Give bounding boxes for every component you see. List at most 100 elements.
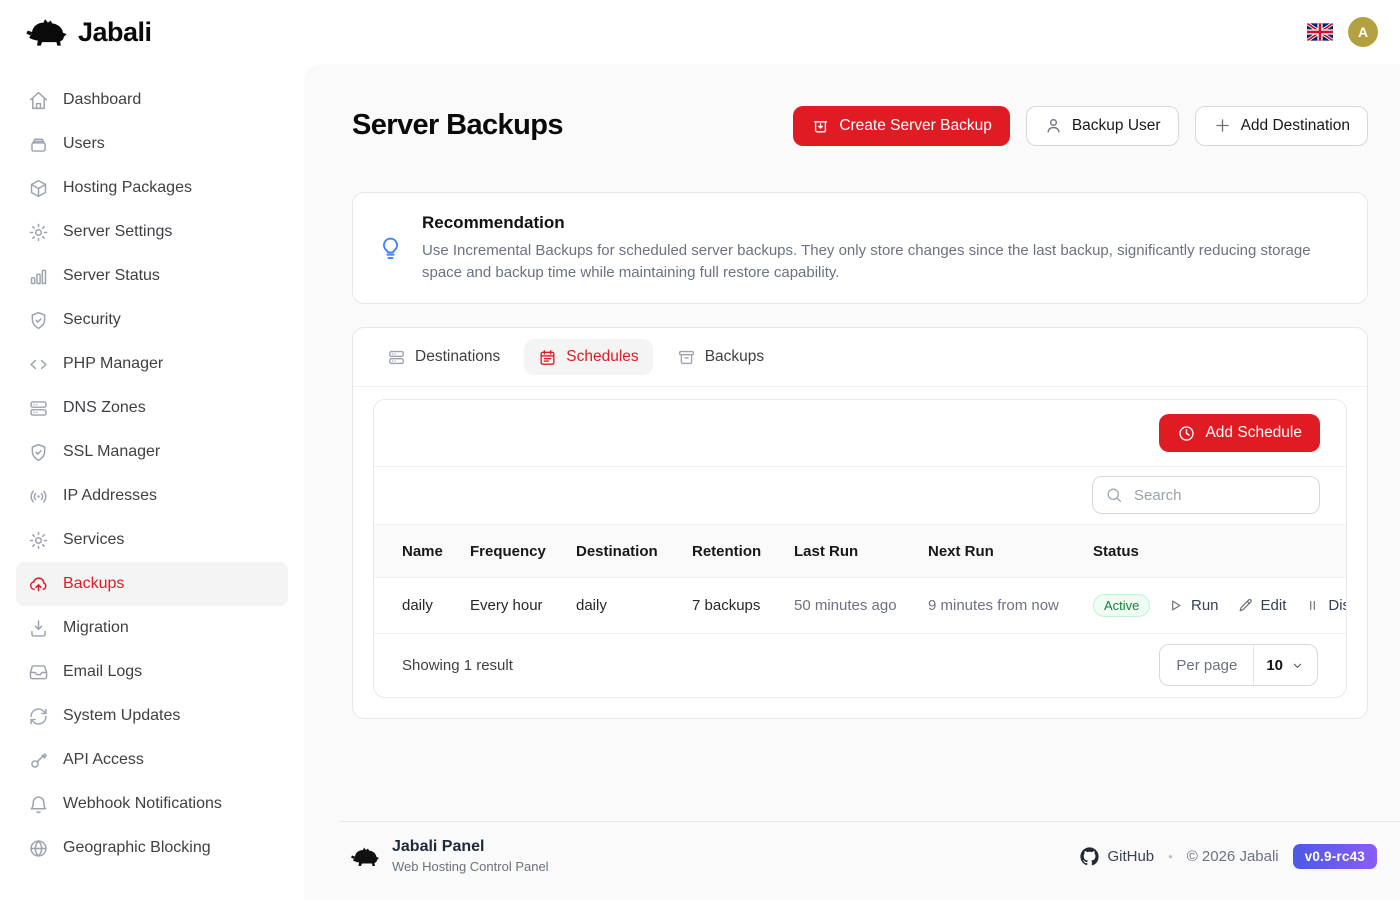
tab-destinations[interactable]: Destinations xyxy=(373,339,514,375)
column-header: Frequency xyxy=(470,525,576,578)
sidebar-item-label: Users xyxy=(63,135,105,153)
bell-icon xyxy=(28,794,49,815)
pagination-bar: Showing 1 result Per page 10 xyxy=(374,633,1346,697)
run-action[interactable]: Run xyxy=(1167,597,1219,614)
pencil-icon xyxy=(1237,597,1254,614)
server-icon xyxy=(387,348,406,367)
row-actions: Run Edit Disable xyxy=(1167,597,1346,614)
create-server-backup-button[interactable]: Create Server Backup xyxy=(793,106,1010,146)
shield-check-icon xyxy=(28,310,49,331)
cell-retention: 7 backups xyxy=(692,578,794,633)
action-label: Disable xyxy=(1328,597,1346,614)
button-label: Add Schedule xyxy=(1205,424,1302,442)
sidebar-item-webhook-notifications[interactable]: Webhook Notifications xyxy=(16,782,288,826)
add-schedule-button[interactable]: Add Schedule xyxy=(1159,414,1320,452)
language-flag-icon[interactable] xyxy=(1307,23,1333,41)
backup-user-button[interactable]: Backup User xyxy=(1026,106,1179,146)
sidebar-item-label: System Updates xyxy=(63,707,180,725)
tab-label: Backups xyxy=(705,348,764,366)
sidebar-item-server-status[interactable]: Server Status xyxy=(16,254,288,298)
sidebar-item-label: SSL Manager xyxy=(63,443,160,461)
tab-label: Schedules xyxy=(566,348,638,366)
github-icon xyxy=(1080,847,1099,866)
sidebar-item-label: Hosting Packages xyxy=(63,179,192,197)
gear-icon xyxy=(28,530,49,551)
column-header: Last Run xyxy=(794,525,928,578)
sidebar-item-ip-addresses[interactable]: IP Addresses xyxy=(16,474,288,518)
schedules-table-container: Name Frequency Destination Retention Las… xyxy=(374,524,1346,633)
status-badge: Active xyxy=(1093,594,1150,617)
recommendation-title: Recommendation xyxy=(422,213,1343,233)
backups-panel: Destinations Schedules Backups Add Sched… xyxy=(352,327,1368,719)
top-bar: Jabali A xyxy=(0,0,1400,64)
sidebar-item-migration[interactable]: Migration xyxy=(16,606,288,650)
page-title: Server Backups xyxy=(352,109,563,142)
brand-name: Jabali xyxy=(78,17,152,48)
tab-backups[interactable]: Backups xyxy=(663,339,778,375)
home-icon xyxy=(28,90,49,111)
footer-subtitle: Web Hosting Control Panel xyxy=(392,859,549,874)
footer: Jabali Panel Web Hosting Control Panel G… xyxy=(340,821,1400,900)
server-icon xyxy=(28,398,49,419)
page-actions: Create Server Backup Backup User Add Des… xyxy=(793,106,1368,146)
disable-action[interactable]: Disable xyxy=(1304,597,1346,614)
calendar-icon xyxy=(538,348,557,367)
cell-frequency: Every hour xyxy=(470,578,576,633)
main-content: Server Backups Create Server Backup Back… xyxy=(304,64,1400,900)
cell-next-run: 9 minutes from now xyxy=(928,578,1093,633)
cell-destination: daily xyxy=(576,578,692,633)
sidebar-item-geographic-blocking[interactable]: Geographic Blocking xyxy=(16,826,288,870)
sidebar-item-dashboard[interactable]: Dashboard xyxy=(16,78,288,122)
sidebar-item-label: Geographic Blocking xyxy=(63,839,211,857)
sidebar-item-email-logs[interactable]: Email Logs xyxy=(16,650,288,694)
search-input[interactable] xyxy=(1132,486,1307,505)
sidebar-item-api-access[interactable]: API Access xyxy=(16,738,288,782)
sidebar: Dashboard Users Hosting Packages Server … xyxy=(0,64,304,900)
separator-dot: • xyxy=(1168,849,1173,864)
cell-last-run: 50 minutes ago xyxy=(794,578,928,633)
column-header: Retention xyxy=(692,525,794,578)
tab-schedules[interactable]: Schedules xyxy=(524,339,652,375)
edit-action[interactable]: Edit xyxy=(1237,597,1287,614)
app-logo: Jabali xyxy=(22,16,152,48)
sidebar-item-ssl-manager[interactable]: SSL Manager xyxy=(16,430,288,474)
action-label: Edit xyxy=(1261,597,1287,614)
column-header: Status xyxy=(1093,525,1167,578)
key-icon xyxy=(28,750,49,771)
sidebar-item-hosting-packages[interactable]: Hosting Packages xyxy=(16,166,288,210)
sidebar-item-services[interactable]: Services xyxy=(16,518,288,562)
user-icon xyxy=(1044,116,1063,135)
recommendation-card: Recommendation Use Incremental Backups f… xyxy=(352,192,1368,305)
sidebar-item-label: Security xyxy=(63,311,121,329)
sidebar-item-dns-zones[interactable]: DNS Zones xyxy=(16,386,288,430)
recommendation-body: Use Incremental Backups for scheduled se… xyxy=(422,240,1343,284)
github-link[interactable]: GitHub xyxy=(1080,847,1154,866)
add-destination-button[interactable]: Add Destination xyxy=(1195,106,1368,146)
package-icon xyxy=(28,178,49,199)
sidebar-item-label: Webhook Notifications xyxy=(63,795,222,813)
sidebar-item-users[interactable]: Users xyxy=(16,122,288,166)
per-page-label: Per page xyxy=(1160,645,1254,685)
users-icon xyxy=(28,134,49,155)
sidebar-item-backups[interactable]: Backups xyxy=(16,562,288,606)
lightbulb-icon xyxy=(377,235,404,262)
boar-logo-icon xyxy=(348,845,380,868)
column-header: Next Run xyxy=(928,525,1093,578)
code-icon xyxy=(28,354,49,375)
pause-icon xyxy=(1304,597,1321,614)
action-label: Run xyxy=(1191,597,1219,614)
sidebar-item-label: DNS Zones xyxy=(63,399,146,417)
per-page-select[interactable]: 10 xyxy=(1254,645,1317,685)
avatar[interactable]: A xyxy=(1348,17,1378,47)
play-icon xyxy=(1167,597,1184,614)
sidebar-item-label: Dashboard xyxy=(63,91,141,109)
schedules-table: Name Frequency Destination Retention Las… xyxy=(374,524,1346,633)
sidebar-item-security[interactable]: Security xyxy=(16,298,288,342)
sidebar-item-label: Server Settings xyxy=(63,223,172,241)
sidebar-item-php-manager[interactable]: PHP Manager xyxy=(16,342,288,386)
sidebar-item-system-updates[interactable]: System Updates xyxy=(16,694,288,738)
globe-icon xyxy=(28,838,49,859)
github-label: GitHub xyxy=(1107,848,1154,865)
sidebar-item-server-settings[interactable]: Server Settings xyxy=(16,210,288,254)
archive-icon xyxy=(677,348,696,367)
